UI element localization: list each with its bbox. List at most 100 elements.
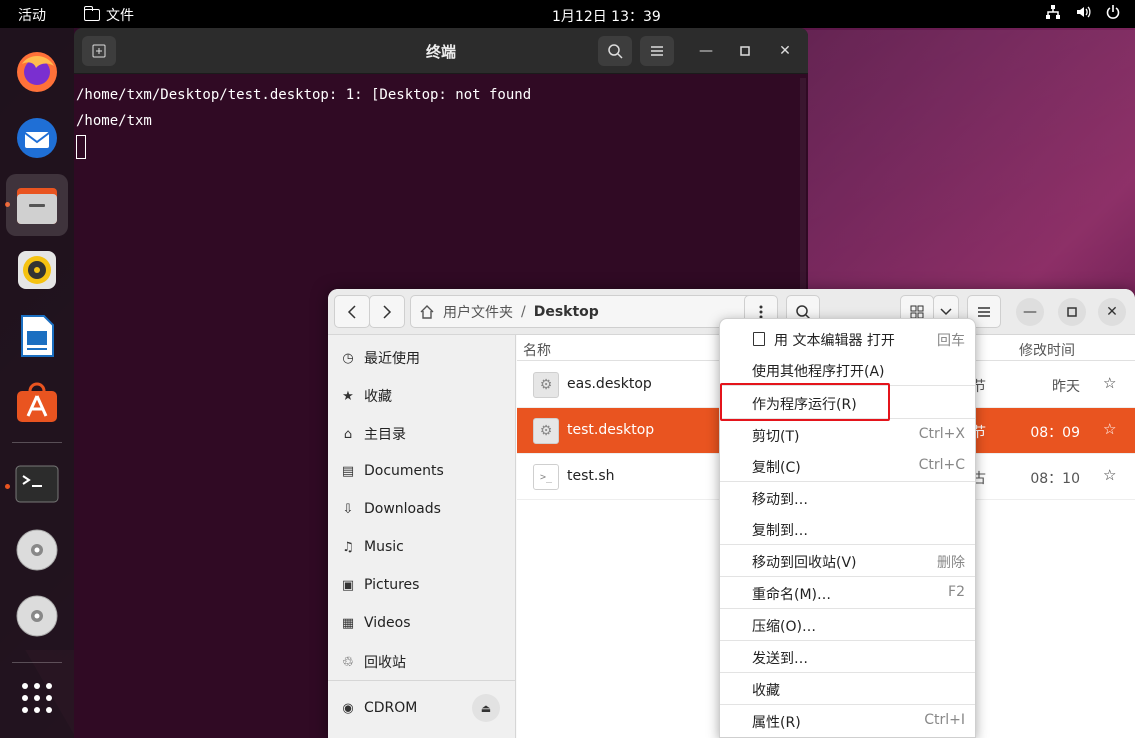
file-name: test.desktop (567, 422, 655, 438)
volume-icon[interactable] (1075, 4, 1091, 24)
grid-icon (910, 305, 924, 318)
thunderbird-icon[interactable] (13, 114, 61, 162)
sidebar-item-videos[interactable]: ▦ Videos (340, 611, 411, 635)
menu-item-rename[interactable]: 重命名(M)… F2 (720, 577, 975, 609)
download-icon: ⇩ (342, 501, 354, 517)
cdrom-icon[interactable] (13, 592, 61, 640)
menu-item-label: 移动到… (752, 492, 808, 508)
sidebar-item-label: 主目录 (364, 427, 406, 443)
clock[interactable]: 1月12日 13：39 (552, 6, 661, 26)
eject-button[interactable]: ⏏ (472, 694, 500, 722)
cdrom-icon[interactable] (13, 526, 61, 574)
system-tray[interactable] (1045, 4, 1121, 24)
terminal-line: /home/txm (76, 113, 152, 129)
path-home[interactable]: 用户文件夹 (443, 302, 513, 322)
menu-item-label: 压缩(O)… (752, 619, 816, 635)
sidebar-item-label: Pictures (364, 577, 420, 593)
sidebar-item-recent[interactable]: ◷ 最近使用 (340, 346, 420, 370)
menu-item-shortcut: 回车 (937, 333, 965, 349)
sidebar-separator (328, 680, 516, 681)
terminal-output[interactable]: /home/txm/Desktop/test.desktop: 1: [Desk… (74, 74, 808, 168)
maximize-button[interactable] (1058, 298, 1086, 326)
menu-button[interactable] (640, 36, 674, 66)
script-file-icon: >_ (533, 464, 559, 490)
menu-item-send-to[interactable]: 发送到… (720, 641, 975, 673)
sidebar-item-starred[interactable]: ★ 收藏 (340, 384, 392, 408)
app-name: 文件 (106, 8, 134, 24)
menu-item-compress[interactable]: 压缩(O)… (720, 609, 975, 641)
menu-item-label: 剪切(T) (752, 429, 800, 445)
file-name: eas.desktop (567, 376, 652, 392)
sidebar-item-trash[interactable]: ♲ 回收站 (340, 650, 406, 674)
menu-item-shortcut: Ctrl+I (924, 712, 965, 728)
app-menu[interactable]: 文件 (83, 5, 134, 25)
menu-item-cut[interactable]: 剪切(T) Ctrl+X (720, 419, 975, 451)
running-indicator (5, 484, 10, 489)
maximize-button[interactable] (733, 39, 757, 63)
menu-item-label: 收藏 (752, 683, 780, 699)
sidebar-item-label: Videos (364, 615, 411, 631)
back-button[interactable] (334, 295, 370, 328)
hamburger-icon (651, 46, 663, 56)
app-center-icon[interactable] (13, 378, 61, 426)
sidebar-item-downloads[interactable]: ⇩ Downloads (340, 497, 441, 521)
menu-item-star[interactable]: 收藏 (720, 673, 975, 705)
dock-separator (12, 662, 62, 663)
clock-icon: ◷ (342, 350, 354, 366)
menu-item-move-to[interactable]: 移动到… (720, 482, 975, 514)
column-name[interactable]: 名称 (523, 340, 551, 360)
video-icon: ▦ (341, 615, 355, 631)
disc-icon: ◉ (342, 700, 354, 716)
firefox-icon[interactable] (13, 48, 61, 96)
close-button[interactable]: ✕ (1098, 298, 1126, 326)
menu-item-shortcut: 删除 (937, 555, 965, 571)
menu-item-label: 用 文本编辑器 打开 (774, 333, 895, 349)
rhythmbox-icon[interactable] (13, 246, 61, 294)
power-icon[interactable] (1105, 4, 1121, 24)
minimize-button[interactable]: — (694, 39, 718, 63)
sidebar-item-pictures[interactable]: ▣ Pictures (340, 573, 420, 597)
column-modified[interactable]: 修改时间 (1019, 340, 1075, 360)
file-modified: 08：09 (1030, 425, 1080, 441)
file-modified: 昨天 (1052, 379, 1080, 395)
sidebar-item-label: 最近使用 (364, 351, 420, 367)
activities-button[interactable]: 活动 (18, 5, 46, 25)
menu-item-properties[interactable]: 属性(R) Ctrl+I (720, 705, 975, 737)
sidebar-item-music[interactable]: ♫ Music (340, 535, 404, 559)
path-current[interactable]: Desktop (534, 304, 599, 320)
star-icon[interactable]: ☆ (1103, 420, 1116, 438)
terminal-header[interactable]: 终端 — ✕ (74, 28, 808, 74)
home-icon (420, 304, 434, 319)
text-editor-icon (753, 332, 765, 346)
menu-item-copy-to[interactable]: 复制到… (720, 513, 975, 545)
terminal-icon[interactable] (13, 460, 61, 508)
file-modified: 08：10 (1030, 471, 1080, 487)
menu-item-shortcut: Ctrl+C (918, 457, 965, 473)
trash-icon: ♲ (342, 654, 354, 670)
menu-item-open-with-text-editor[interactable]: 用 文本编辑器 打开 回车 (720, 323, 975, 355)
menu-item-shortcut: F2 (948, 584, 965, 600)
sidebar-item-cdrom[interactable]: ◉ CDROM (340, 696, 417, 720)
dock-separator (12, 442, 62, 443)
files-icon[interactable] (6, 174, 68, 236)
libreoffice-writer-icon[interactable] (13, 312, 61, 360)
star-icon[interactable]: ☆ (1103, 374, 1116, 392)
menu-item-move-to-trash[interactable]: 移动到回收站(V) 删除 (720, 545, 975, 577)
search-icon (608, 44, 623, 59)
show-apps-icon[interactable] (13, 674, 61, 722)
minimize-button[interactable]: — (1016, 298, 1044, 326)
search-button[interactable] (598, 36, 632, 66)
menu-item-label: 属性(R) (752, 715, 801, 731)
document-icon: ▤ (341, 463, 355, 479)
sidebar-item-documents[interactable]: ▤ Documents (340, 459, 444, 483)
network-icon[interactable] (1045, 4, 1061, 24)
star-icon[interactable]: ☆ (1103, 466, 1116, 484)
context-menu[interactable]: 用 文本编辑器 打开 回车 使用其他程序打开(A) 作为程序运行(R) 剪切(T… (719, 318, 976, 738)
menu-item-copy[interactable]: 复制(C) Ctrl+C (720, 450, 975, 482)
menu-item-open-with-other[interactable]: 使用其他程序打开(A) (720, 354, 975, 386)
sidebar-item-home[interactable]: ⌂ 主目录 (340, 422, 406, 446)
places-sidebar: ◷ 最近使用 ★ 收藏 ⌂ 主目录 ▤ Documents ⇩ Download… (328, 335, 516, 738)
terminal-cursor (76, 135, 86, 159)
close-button[interactable]: ✕ (773, 39, 797, 63)
forward-button[interactable] (369, 295, 405, 328)
